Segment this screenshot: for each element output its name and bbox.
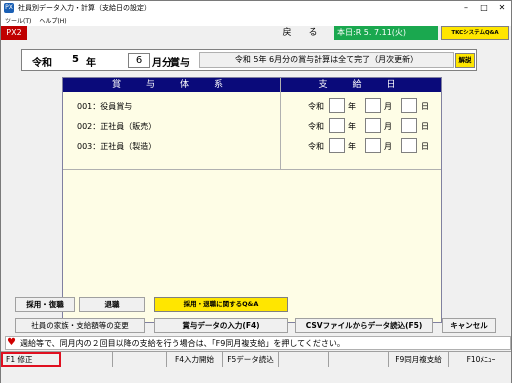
back-button[interactable]: 戻 る (272, 26, 332, 40)
month-field[interactable] (365, 138, 381, 153)
day-unit: 日 (421, 122, 429, 131)
status-message: 令和 5年 6月分の賞与計算は全て完了（月次更新） (199, 52, 454, 68)
menu-help[interactable]: ヘルプ(H) (39, 16, 66, 25)
tkc-qa-button[interactable]: TKCシステムQ&A (441, 26, 509, 40)
header-bar: PX2 戻 る 本日:R 5. 7.11(火) TKCシステムQ&A (1, 26, 511, 40)
title-bar: PX 社員別データ入力・計算（支給日の設定） – □ ✕ (1, 1, 511, 15)
period-panel: 令和 5 年 6 月分 賞与 令和 5年 6月分の賞与計算は全て完了（月次更新）… (21, 49, 477, 71)
year-field[interactable] (329, 118, 345, 133)
year-field[interactable] (329, 98, 345, 113)
month-field[interactable] (365, 118, 381, 133)
row-divider (63, 169, 441, 170)
year-unit: 年 (86, 58, 96, 69)
cancel-button[interactable]: キャンセル (442, 318, 496, 333)
hire-retire-qa-button[interactable]: 採用・退職に関するQ&A (154, 297, 288, 312)
month-unit: 月 (384, 102, 392, 111)
day-field[interactable] (401, 138, 417, 153)
day-field[interactable] (401, 98, 417, 113)
col-pay-date: 支 給 日 (318, 80, 404, 90)
bonus-system-name: 002：正社員（販売） (77, 122, 157, 131)
system-code-badge: PX2 (1, 26, 27, 40)
minimize-icon[interactable]: – (457, 1, 475, 15)
table-row: 003：正社員（製造） 令和 年 月 日 (63, 136, 441, 155)
notice-bar: ♥ 週給等で、同月内の２回目以降の支給を行う場合は、「F9同月複支給」を押してく… (5, 336, 511, 350)
col-bonus-system: 賞 与 体 系 (111, 80, 231, 90)
year-unit: 年 (348, 102, 356, 111)
window-controls: – □ ✕ (457, 1, 511, 15)
bonus-system-name: 003：正社員（製造） (77, 142, 157, 151)
day-field[interactable] (401, 118, 417, 133)
table-row: 001：役員賞与 令和 年 月 日 (63, 96, 441, 115)
year-field[interactable] (329, 138, 345, 153)
month-unit: 月 (384, 122, 392, 131)
window-title: 社員別データ入力・計算（支給日の設定） (18, 4, 151, 12)
year-unit: 年 (348, 122, 356, 131)
table-header: 賞 与 体 系 支 給 日 (63, 78, 441, 92)
maximize-icon[interactable]: □ (475, 1, 493, 15)
function-key-bar: F1 修正 F4入力開始 F5データ読込 F9同月複支給 F10ﾒﾆｭｰ (1, 351, 511, 367)
status-bar (1, 367, 511, 383)
day-unit: 日 (421, 142, 429, 151)
bonus-system-name: 001：役員賞与 (77, 102, 133, 111)
heart-icon: ♥ (7, 337, 16, 348)
bonus-input-button[interactable]: 賞与データの入力(F4) (154, 318, 288, 333)
today-date: 本日:R 5. 7.11(火) (334, 26, 438, 40)
f3-key[interactable] (113, 352, 167, 367)
year-unit: 年 (348, 142, 356, 151)
day-unit: 日 (421, 102, 429, 111)
f1-key[interactable]: F1 修正 (1, 352, 61, 367)
era-label: 令和 (308, 142, 324, 151)
csv-import-button[interactable]: CSVファイルからデータ読込(F5) (295, 318, 433, 333)
f2-key[interactable] (63, 352, 113, 367)
era-label: 令和 (308, 102, 324, 111)
f6-key[interactable] (279, 352, 329, 367)
era-label: 令和 (32, 58, 52, 69)
month-unit: 月分 (152, 58, 172, 69)
year-value: 5 (72, 54, 79, 65)
help-button[interactable]: 解説 (455, 53, 475, 68)
era-label: 令和 (308, 122, 324, 131)
month-unit: 月 (384, 142, 392, 151)
f5-key[interactable]: F5データ読込 (223, 352, 279, 367)
family-change-button[interactable]: 社員の家族・支給額等の変更 (15, 318, 145, 333)
month-field[interactable] (365, 98, 381, 113)
table-row: 002：正社員（販売） 令和 年 月 日 (63, 116, 441, 135)
menu-tools[interactable]: ツール(T) (5, 16, 31, 25)
f7-f8-keys[interactable] (329, 352, 389, 367)
f9-key[interactable]: F9同月複支給 (389, 352, 449, 367)
bonus-date-table: 賞 与 体 系 支 給 日 001：役員賞与 令和 年 月 日 002：正社員（… (62, 77, 442, 323)
notice-text: 週給等で、同月内の２回目以降の支給を行う場合は、「F9同月複支給」を押してくださ… (20, 339, 345, 348)
app-window: PX 社員別データ入力・計算（支給日の設定） – □ ✕ ツール(T) ヘルプ(… (0, 0, 512, 383)
app-icon: PX (4, 3, 14, 13)
f10-key[interactable]: F10ﾒﾆｭｰ (451, 352, 511, 367)
hire-rehire-button[interactable]: 採用・復職 (15, 297, 75, 312)
bonus-kind: 賞与 (170, 58, 190, 69)
f4-key[interactable]: F4入力開始 (167, 352, 223, 367)
close-icon[interactable]: ✕ (493, 1, 511, 15)
retire-button[interactable]: 退職 (79, 297, 145, 312)
menu-bar: ツール(T) ヘルプ(H) (1, 15, 511, 26)
month-field[interactable]: 6 (128, 53, 150, 68)
